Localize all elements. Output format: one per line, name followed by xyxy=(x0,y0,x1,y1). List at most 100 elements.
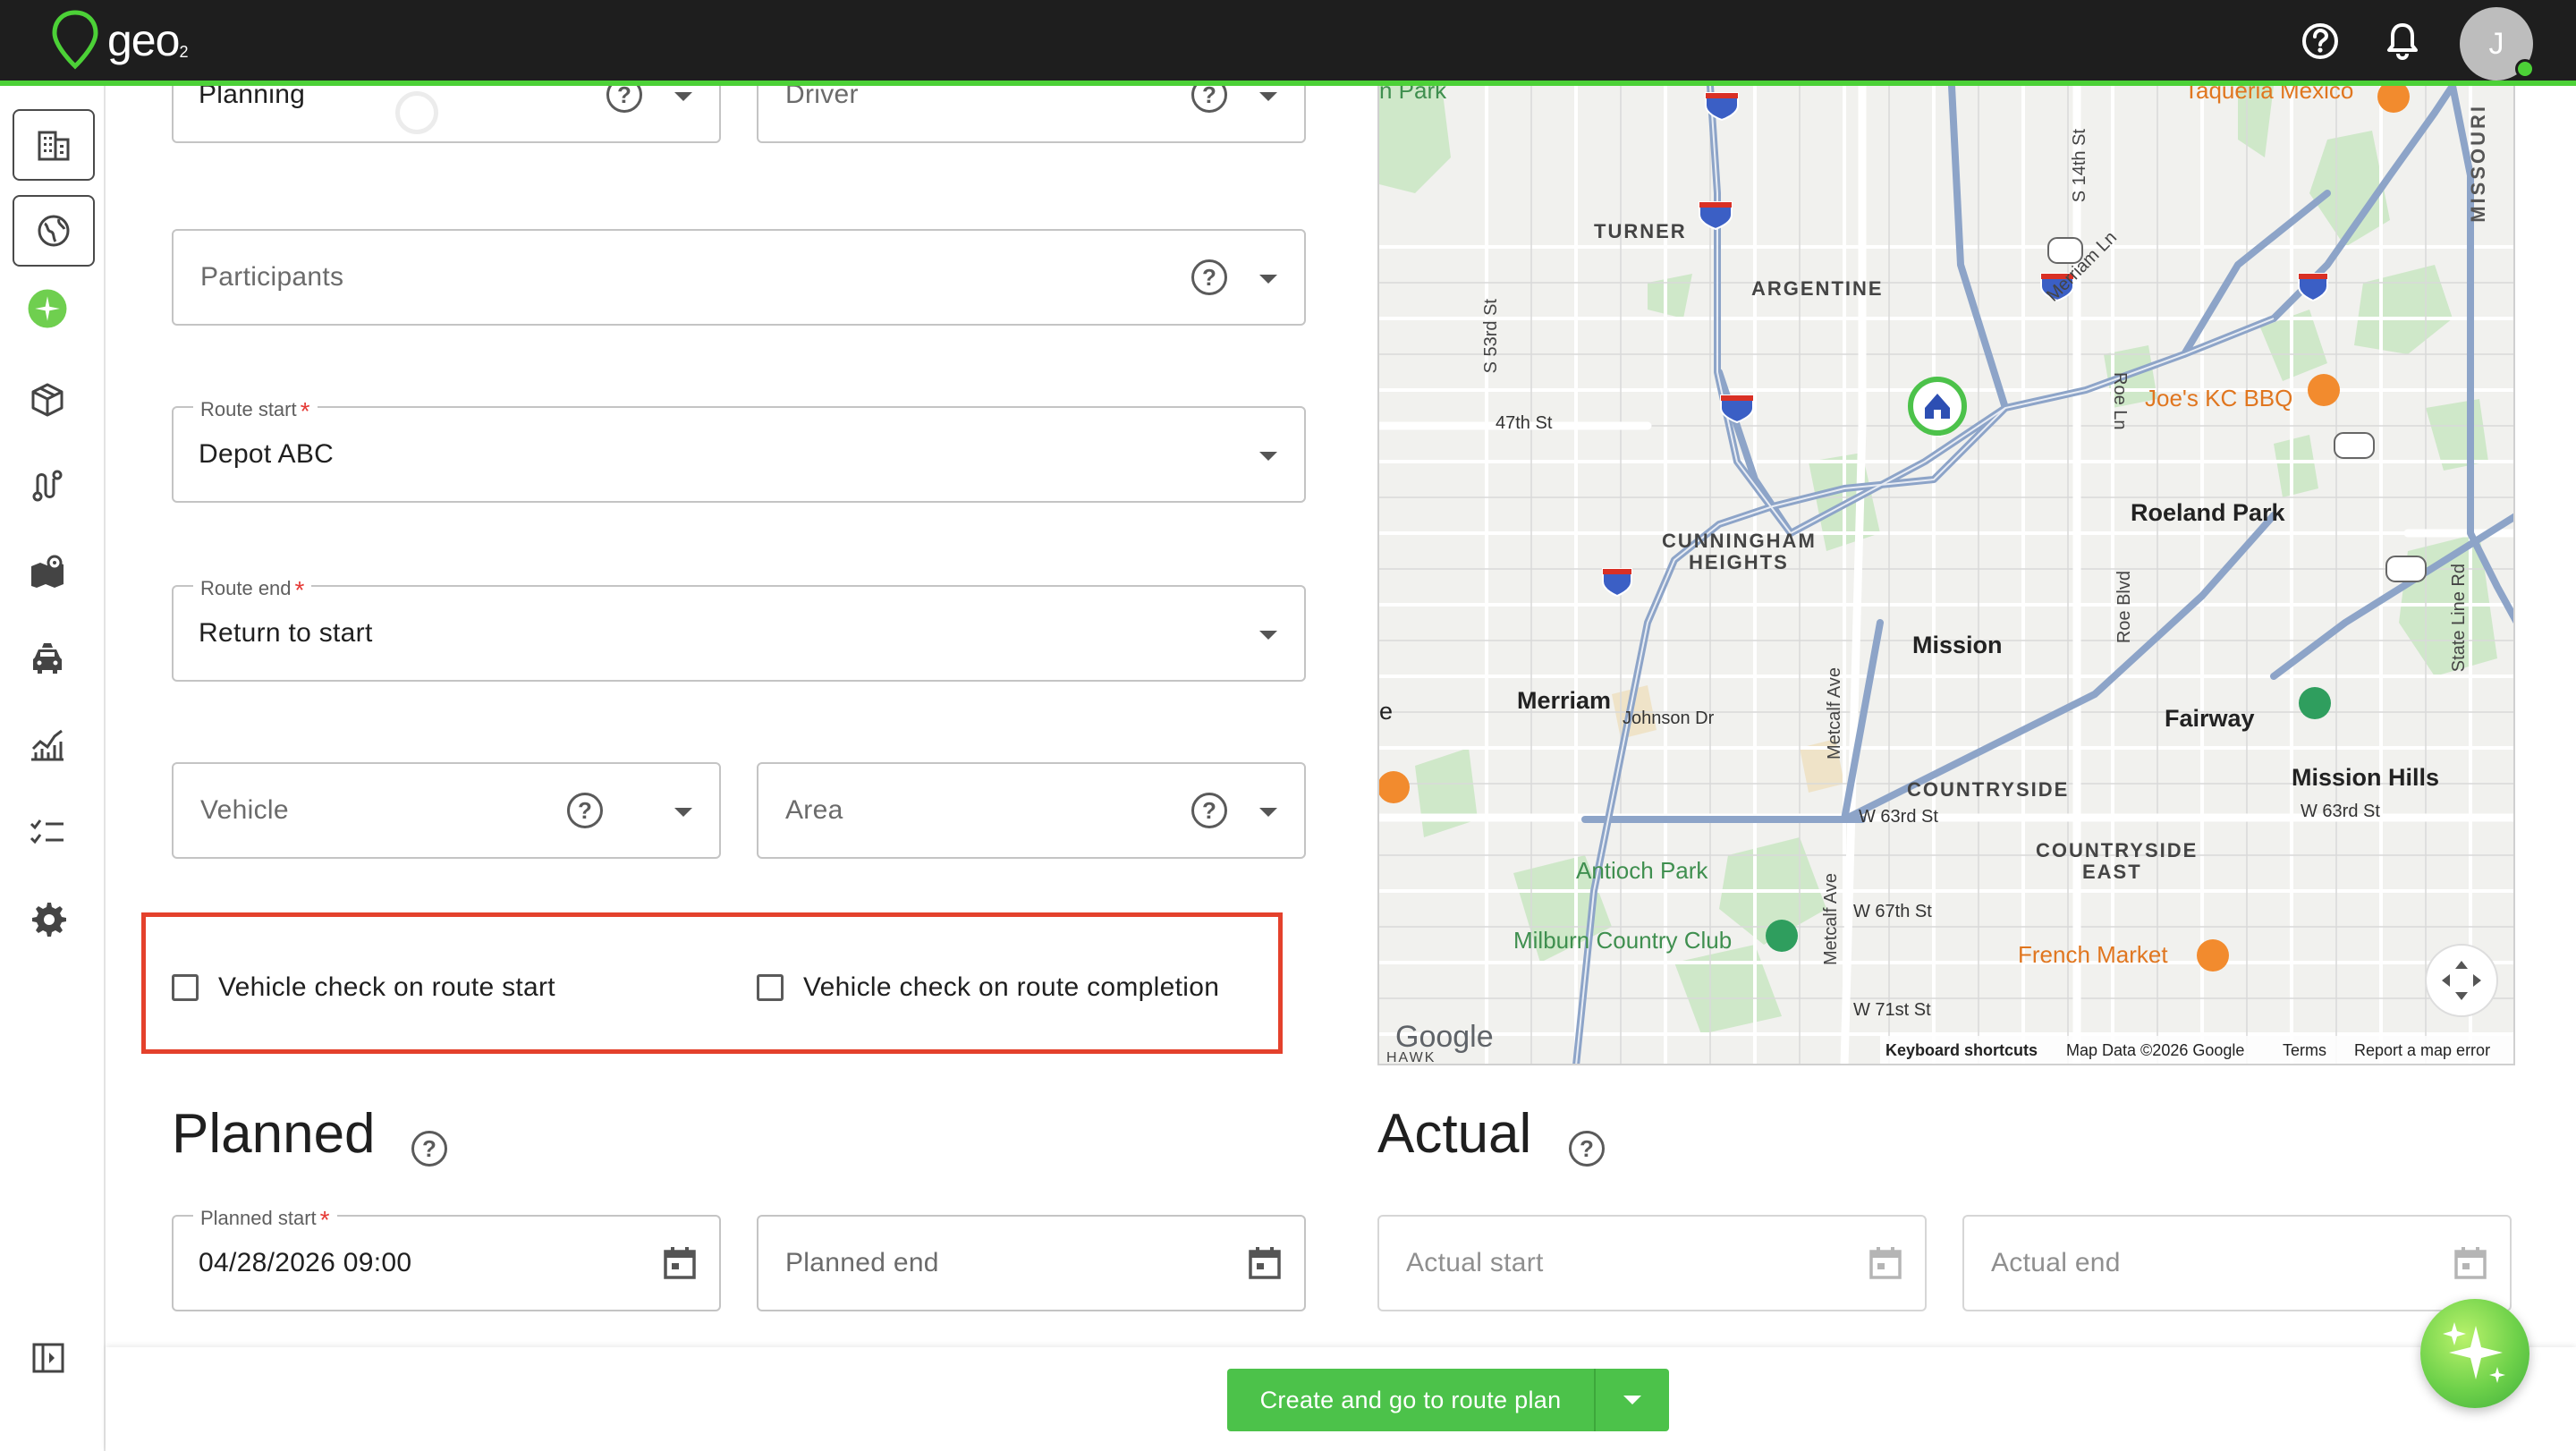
vehicle-select[interactable]: Vehicle ? xyxy=(172,762,721,859)
planning-help-icon[interactable]: ? xyxy=(606,86,642,113)
vehicle-check-completion-checkbox[interactable] xyxy=(757,974,784,1001)
route-start-select[interactable]: Route start * Depot ABC xyxy=(172,394,1306,503)
map-label-park: n Park xyxy=(1379,86,1447,104)
keyboard-shortcuts-link[interactable]: Keyboard shortcuts xyxy=(1885,1041,2038,1060)
actual-end-input[interactable]: Actual end xyxy=(1962,1215,2512,1311)
map-recenter-control xyxy=(2425,944,2498,1017)
map-label-mission-hills: Mission Hills xyxy=(2292,764,2440,791)
notifications-bell-icon[interactable] xyxy=(2381,20,2424,63)
area-select[interactable]: Area ? xyxy=(757,762,1306,859)
actual-start-placeholder: Actual start xyxy=(1406,1248,1544,1277)
map-pin-icon xyxy=(31,555,64,588)
map-label-merriam: Merriam xyxy=(1517,687,1612,714)
area-dropdown-icon[interactable] xyxy=(1259,808,1277,817)
map-data-text: Map Data ©2026 Google xyxy=(2066,1041,2245,1059)
route-end-select[interactable]: Route end * Return to start xyxy=(172,573,1306,682)
ai-assistant-button[interactable] xyxy=(2420,1299,2529,1408)
sidebar-item-vehicles[interactable] xyxy=(27,639,68,680)
bottom-action-bar: Create and go to route plan xyxy=(106,1347,2576,1451)
actual-help-icon[interactable]: ? xyxy=(1569,1131,1605,1167)
route-start-dropdown-icon[interactable] xyxy=(1259,452,1277,461)
map-label-metcalf: Metcalf Ave xyxy=(1825,667,1844,760)
planned-end-calendar-icon[interactable] xyxy=(1245,1243,1284,1283)
vehicle-help-icon[interactable]: ? xyxy=(567,793,603,828)
map-label-roe-ln: Roe Ln xyxy=(2110,372,2130,430)
map-label-metcalf-2: Metcalf Ave xyxy=(1821,873,1841,966)
participants-dropdown-icon[interactable] xyxy=(1259,275,1277,284)
vehicle-dropdown-icon[interactable] xyxy=(674,808,692,817)
actual-end-calendar-icon[interactable] xyxy=(2451,1243,2490,1283)
sidebar-item-packages[interactable] xyxy=(27,379,68,420)
left-sidebar xyxy=(0,86,106,1451)
actual-start-calendar-icon[interactable] xyxy=(1866,1243,1905,1283)
planned-title: Planned xyxy=(172,1103,376,1165)
google-logo[interactable]: Google xyxy=(1395,1020,1494,1055)
driver-dropdown-icon[interactable] xyxy=(1259,92,1277,101)
sidebar-item-routes[interactable] xyxy=(27,465,68,506)
map-label-edge: e xyxy=(1379,698,1394,725)
planned-help-icon[interactable]: ? xyxy=(411,1131,447,1167)
map-label-w63b: W 63rd St xyxy=(2301,802,2380,821)
map-label-state-line: State Line Rd xyxy=(2449,564,2469,673)
participants-help-icon[interactable]: ? xyxy=(1191,259,1227,295)
app-logo[interactable]: geo 2 xyxy=(50,9,188,72)
vehicle-check-start-checkbox[interactable] xyxy=(172,974,199,1001)
map-label-milburn: Milburn Country Club xyxy=(1513,927,1733,954)
map-label-s53: S 53rd St xyxy=(1481,299,1501,374)
planned-start-value: 04/28/2026 09:00 xyxy=(199,1248,412,1277)
building-icon xyxy=(38,131,70,161)
sidebar-item-settings[interactable] xyxy=(27,898,68,939)
map-label-47th: 47th St xyxy=(1496,413,1553,433)
map-label-countryside-east-2: EAST xyxy=(2082,861,2142,883)
create-options-dropdown-button[interactable] xyxy=(1594,1369,1669,1431)
vehicle-check-completion[interactable]: Vehicle check on route completion xyxy=(757,972,1219,1003)
map-label-argentine: ARGENTINE xyxy=(1751,277,1884,300)
participants-select[interactable]: Participants ? xyxy=(172,229,1306,326)
sidebar-item-ai[interactable] xyxy=(27,288,68,329)
map-label-roeland-park: Roeland Park xyxy=(2131,499,2285,526)
driver-select[interactable]: Driver ? xyxy=(757,86,1306,143)
area-placeholder: Area xyxy=(785,795,843,825)
map-label-joes: Joe's KC BBQ xyxy=(2145,385,2293,412)
package-icon xyxy=(31,383,64,417)
report-map-error-link[interactable]: Report a map error xyxy=(2354,1041,2490,1060)
planned-start-calendar-icon[interactable] xyxy=(660,1243,699,1283)
sidebar-item-analytics[interactable] xyxy=(27,725,68,766)
actual-start-input[interactable]: Actual start xyxy=(1377,1215,1927,1311)
map-label-w63: W 63rd St xyxy=(1859,807,1938,827)
map-label-countryside: COUNTRYSIDE xyxy=(1907,778,2070,801)
planned-end-input[interactable]: Planned end xyxy=(757,1215,1306,1311)
area-help-icon[interactable]: ? xyxy=(1191,793,1227,828)
route-end-dropdown-icon[interactable] xyxy=(1259,631,1277,640)
brand-name: geo xyxy=(107,15,180,65)
map-label-cunningham: CUNNINGHAM xyxy=(1662,530,1817,552)
poi-markers xyxy=(1379,86,2410,972)
terms-link[interactable]: Terms xyxy=(2283,1041,2326,1060)
sidebar-item-map[interactable] xyxy=(27,551,68,592)
sidebar-item-globe[interactable] xyxy=(13,195,95,267)
planning-select[interactable]: Planning ? xyxy=(172,86,721,143)
sidebar-item-buildings[interactable] xyxy=(13,109,95,181)
sidebar-item-checklist[interactable] xyxy=(27,812,68,853)
vehicle-check-start[interactable]: Vehicle check on route start xyxy=(172,972,555,1003)
depot-home-marker xyxy=(1908,377,1967,436)
help-icon[interactable] xyxy=(2299,20,2342,63)
map-canvas xyxy=(1379,86,2513,1064)
vehicle-check-start-label: Vehicle check on route start xyxy=(218,972,555,1002)
route-end-label: Route end * xyxy=(193,573,312,604)
planned-start-input[interactable]: Planned start * 04/28/2026 09:00 xyxy=(172,1202,721,1311)
map-label-mission: Mission xyxy=(1912,632,2003,658)
route-start-value: Depot ABC xyxy=(199,439,335,469)
route-map[interactable]: n Park Taqueria Mexico MISSOURI TURNER A… xyxy=(1377,86,2515,1065)
planning-dropdown-icon[interactable] xyxy=(674,92,692,101)
collapse-sidebar-icon[interactable] xyxy=(30,1340,66,1376)
planning-value: Planning xyxy=(199,86,306,109)
actual-end-placeholder: Actual end xyxy=(1991,1248,2121,1277)
driver-help-icon[interactable]: ? xyxy=(1191,86,1227,113)
create-route-plan-button[interactable]: Create and go to route plan xyxy=(1227,1369,1594,1431)
user-avatar[interactable]: J xyxy=(2460,7,2535,81)
vehicle-check-completion-label: Vehicle check on route completion xyxy=(803,972,1220,1002)
brand-sub: 2 xyxy=(179,42,189,61)
loading-spinner-icon xyxy=(395,91,438,134)
map-label-taqueria: Taqueria Mexico xyxy=(2184,86,2354,104)
